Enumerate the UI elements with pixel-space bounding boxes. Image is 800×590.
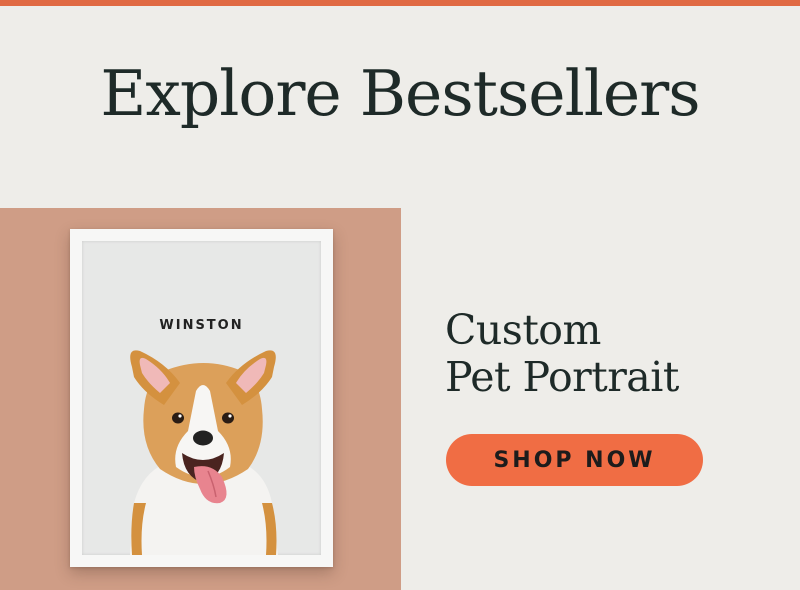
shop-now-button[interactable]: SHOP NOW (446, 434, 703, 486)
top-accent-rule (0, 0, 800, 6)
portrait-mat: WINSTON (82, 241, 321, 555)
section-headline: Explore Bestsellers (100, 57, 700, 130)
product-image-framed-portrait[interactable]: WINSTON (70, 229, 333, 567)
product-title-line-1: Custom (445, 306, 601, 354)
product-title: Custom Pet Portrait (445, 307, 679, 401)
product-title-line-2: Pet Portrait (445, 353, 679, 401)
corgi-illustration (130, 350, 278, 555)
